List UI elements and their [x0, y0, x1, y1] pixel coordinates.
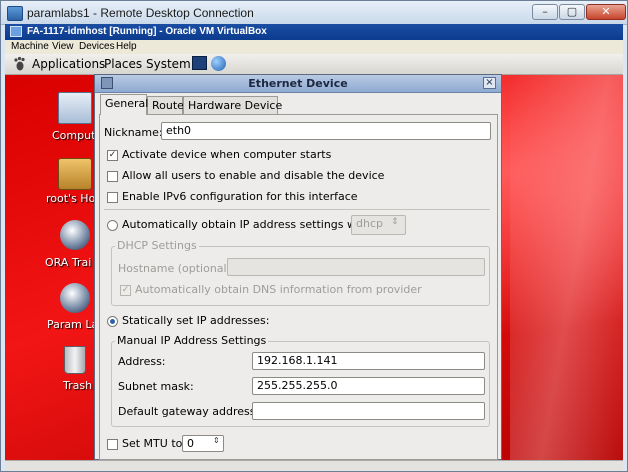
places-menu[interactable]: Places [104, 57, 142, 71]
tab-route[interactable]: Route [147, 96, 184, 114]
dialog-title: Ethernet Device [248, 77, 348, 90]
computer-icon[interactable] [58, 92, 92, 124]
gateway-input[interactable] [252, 402, 485, 420]
spin-icon: ⇕ [391, 217, 399, 227]
auto-dns-checkbox[interactable]: ✓ [120, 285, 131, 296]
activate-device-label: Activate device when computer starts [122, 148, 332, 161]
auto-ip-label: Automatically obtain IP address settings… [122, 218, 375, 231]
vbox-menu-devices[interactable]: Devices [79, 41, 115, 52]
browser-icon[interactable] [211, 56, 226, 71]
dhcp-settings-frame [111, 246, 490, 306]
terminal-icon[interactable] [192, 56, 207, 70]
auto-dns-label: Automatically obtain DNS information fro… [135, 283, 422, 296]
rdp-titlebar: paramlabs1 - Remote Desktop Connection –… [1, 1, 627, 25]
set-mtu-checkbox[interactable] [107, 439, 118, 450]
footprint-icon [14, 56, 25, 71]
maximize-button[interactable]: ▢ [559, 4, 585, 20]
hostname-input[interactable] [227, 258, 485, 276]
wallpaper-highlight [510, 75, 623, 460]
dialog-close-button[interactable]: × [483, 77, 496, 89]
allow-users-label: Allow all users to enable and disable th… [122, 169, 385, 182]
trash-icon[interactable] [64, 346, 86, 374]
rdp-app-icon [7, 6, 23, 21]
vbox-menu-help[interactable]: Help [116, 41, 137, 52]
desktop-label-ora-training[interactable]: ORA Trai [45, 256, 91, 269]
dhcp-settings-title: DHCP Settings [115, 239, 199, 252]
gateway-label: Default gateway address: [118, 405, 260, 418]
address-label: Address: [118, 355, 166, 368]
separator [104, 209, 490, 210]
tab-hardware-device[interactable]: Hardware Device [183, 96, 282, 114]
enable-ipv6-checkbox[interactable] [107, 192, 118, 203]
vbox-menu-machine[interactable]: Machine [11, 41, 49, 52]
guest-top-panel: Applications Places System [5, 54, 623, 75]
nickname-input[interactable]: eth0 [161, 122, 491, 140]
dialog-titlebar: Ethernet Device × [95, 75, 501, 93]
vbox-menubar: Machine View Devices Help [5, 40, 623, 54]
vbox-menu-view[interactable]: View [52, 41, 74, 52]
enable-ipv6-label: Enable IPv6 configuration for this inter… [122, 190, 358, 203]
desktop-label-trash[interactable]: Trash [63, 379, 92, 392]
allow-users-checkbox[interactable] [107, 171, 118, 182]
dhcp-select[interactable]: dhcp ⇕ [351, 215, 406, 235]
ethernet-device-dialog: Ethernet Device × General Route Hardware… [94, 74, 502, 460]
static-ip-label: Statically set IP addresses: [122, 314, 270, 327]
auto-ip-radio[interactable] [107, 220, 118, 231]
activate-device-checkbox[interactable]: ✓ [107, 150, 118, 161]
globe-icon[interactable] [60, 283, 90, 313]
applications-menu[interactable]: Applications [32, 57, 105, 71]
mtu-spin-icon[interactable]: ⇕ [213, 436, 220, 445]
minimize-button[interactable]: – [532, 4, 558, 20]
vbox-app-icon [10, 26, 22, 37]
hostname-label: Hostname (optional): [118, 262, 235, 275]
manual-ip-title: Manual IP Address Settings [115, 334, 269, 347]
tab-general[interactable]: General [100, 94, 148, 115]
close-button[interactable]: ✕ [586, 4, 626, 20]
mtu-input[interactable]: 0 ⇕ [182, 435, 224, 452]
nickname-label: Nickname: [104, 126, 163, 139]
home-folder-icon[interactable] [58, 158, 92, 190]
static-ip-radio[interactable] [107, 316, 118, 327]
vbox-title: FA-1117-idmhost [Running] - Oracle VM Vi… [27, 26, 267, 37]
vbox-titlebar: FA-1117-idmhost [Running] - Oracle VM Vi… [5, 24, 623, 40]
subnet-mask-label: Subnet mask: [118, 380, 194, 393]
desktop-label-home[interactable]: root's Ho [46, 192, 95, 205]
address-input[interactable]: 192.168.1.141 [252, 352, 485, 370]
mtu-value: 0 [187, 437, 194, 450]
desktop-label-computer[interactable]: Comput [52, 129, 95, 142]
rdp-title: paramlabs1 - Remote Desktop Connection [27, 6, 254, 20]
desktop-label-param-labs[interactable]: Param La [47, 318, 98, 331]
globe-icon[interactable] [60, 220, 90, 250]
set-mtu-label: Set MTU to: [122, 437, 187, 450]
dhcp-select-value: dhcp [356, 217, 383, 230]
subnet-mask-input[interactable]: 255.255.255.0 [252, 377, 485, 395]
guest-bottom-panel [5, 460, 623, 471]
system-menu[interactable]: System [146, 57, 191, 71]
